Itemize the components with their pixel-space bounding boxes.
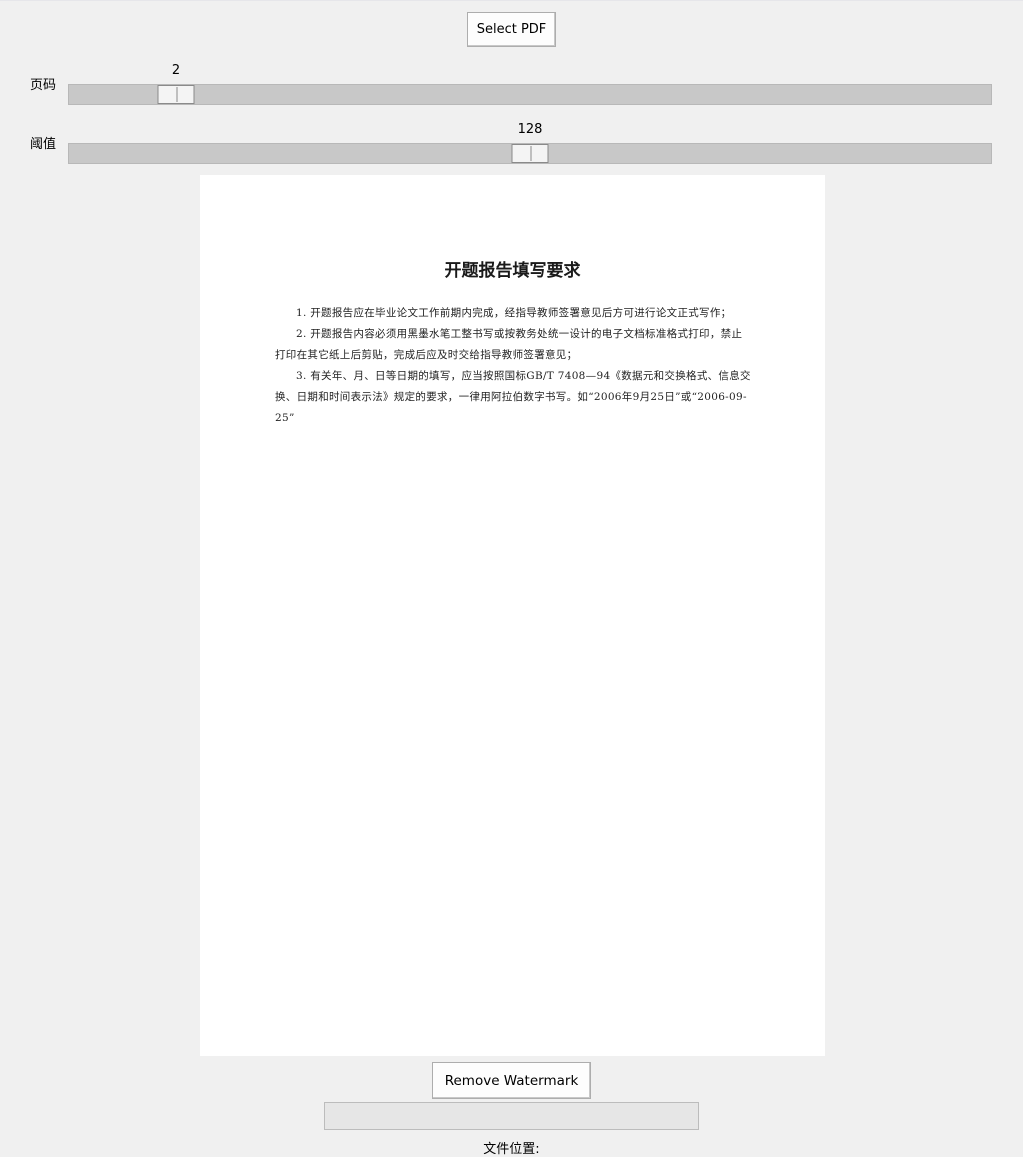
document-paragraph: 1. 开题报告应在毕业论文工作前期内完成，经指导教师签署意见后方可进行论文正式写… — [296, 307, 732, 319]
document-body: 1. 开题报告应在毕业论文工作前期内完成，经指导教师签署意见后方可进行论文正式写… — [275, 303, 753, 429]
document-title: 开题报告填写要求 — [444, 261, 581, 281]
page-slider[interactable] — [68, 84, 992, 105]
app-window: Select PDF 页码 2 阈值 128 开题报告填写要求 1. 开题报告应… — [0, 0, 1023, 1157]
file-location-label: 文件位置: — [483, 1142, 540, 1157]
document-paragraph: 2. 开题报告内容必须用黑墨水笔工整书写或按教务处统一设计的电子文档标准格式打印… — [275, 328, 743, 361]
document-paragraph: 3. 有关年、月、日等日期的填写，应当按照国标GB/T 7408—94《数据元和… — [275, 370, 751, 424]
threshold-slider[interactable] — [68, 143, 992, 164]
threshold-slider-thumb[interactable] — [511, 144, 549, 163]
threshold-scale-label: 阈值 — [30, 137, 57, 152]
remove-watermark-button[interactable]: Remove Watermark — [432, 1062, 591, 1099]
select-pdf-button[interactable]: Select PDF — [467, 12, 556, 47]
threshold-scale-value: 128 — [517, 122, 543, 137]
page-scale-value: 2 — [171, 63, 181, 78]
pdf-page-preview: 开题报告填写要求 1. 开题报告应在毕业论文工作前期内完成，经指导教师签署意见后… — [200, 175, 825, 1056]
progress-bar — [324, 1102, 699, 1130]
page-slider-thumb[interactable] — [157, 85, 195, 104]
page-scale-label: 页码 — [30, 78, 57, 93]
